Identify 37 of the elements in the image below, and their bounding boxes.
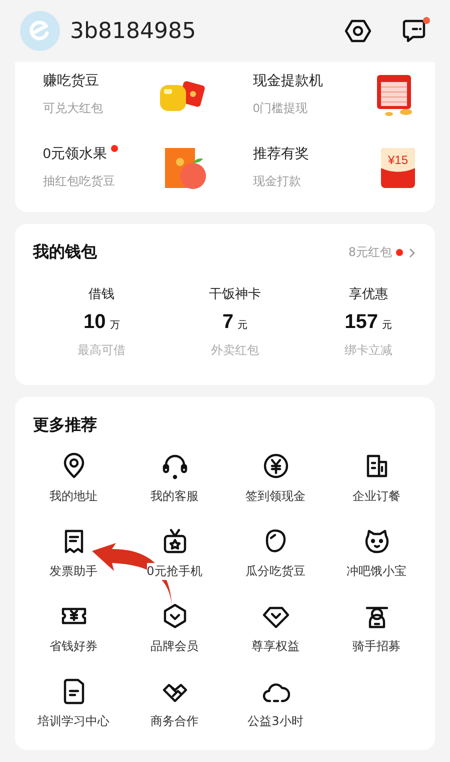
shortcut-label[interactable]: 我的客服: [150, 488, 198, 505]
shortcut-label[interactable]: 省钱好券: [50, 638, 98, 655]
shortcut-label[interactable]: 商务合作: [150, 713, 198, 730]
username: 3b8184985: [70, 18, 197, 44]
section-title: 更多推荐: [33, 415, 97, 436]
shortcut-label[interactable]: 瓜分吃货豆: [246, 563, 306, 580]
promo-subtitle: 可兑大红包: [43, 100, 103, 117]
promo-subtitle: 0门槛提现: [253, 100, 309, 117]
promo-tile[interactable]: 0元领水果 抽红包吃货豆: [15, 135, 225, 208]
shortcut-label[interactable]: 骑手招募: [352, 638, 400, 655]
headset-icon: [160, 452, 188, 480]
yen-coin-icon: [262, 452, 290, 480]
promo-tile[interactable]: 推荐有奖 现金打款 ¥15: [225, 135, 435, 208]
wallet-item[interactable]: 享优惠 157 元 绑卡立减: [302, 285, 435, 359]
shortcut-label[interactable]: 公益3小时: [248, 713, 304, 730]
shortcut-label[interactable]: 品牌会员: [150, 638, 198, 655]
promo-title: 推荐有奖: [253, 145, 309, 163]
promo-title: 0元领水果: [43, 145, 107, 163]
promo-title: 现金提款机: [253, 72, 323, 90]
shortcut-label[interactable]: 签到领现金: [246, 488, 306, 505]
promo-tile[interactable]: 现金提款机 0门槛提现: [225, 62, 435, 135]
shortcut-label[interactable]: 培训学习中心: [38, 713, 110, 730]
promo-subtitle: 现金打款: [253, 173, 302, 190]
amount-label: ¥15: [388, 152, 408, 166]
wallet-item[interactable]: 借钱 10 万 最高可借: [35, 285, 168, 359]
shortcut-label[interactable]: 尊享权益: [252, 638, 300, 655]
shortcut-label[interactable]: 发票助手: [50, 563, 98, 580]
promo-title: 赚吃货豆: [43, 72, 99, 90]
section-title: 我的钱包: [33, 242, 97, 263]
promo-subtitle: 抽红包吃货豆: [43, 173, 116, 190]
promo-tile[interactable]: 赚吃货豆 可兑大红包: [15, 62, 225, 135]
shortcut-label[interactable]: 冲吧饿小宝: [346, 563, 406, 580]
chevron-right-icon: [407, 246, 417, 258]
shortcut-label[interactable]: 0元抢手机: [146, 563, 202, 580]
shortcut-label[interactable]: 企业订餐: [352, 488, 400, 505]
apple-envelope-drawing: [163, 146, 209, 190]
wallet-item[interactable]: 干饭神卡 7 元 外卖红包: [168, 285, 302, 359]
